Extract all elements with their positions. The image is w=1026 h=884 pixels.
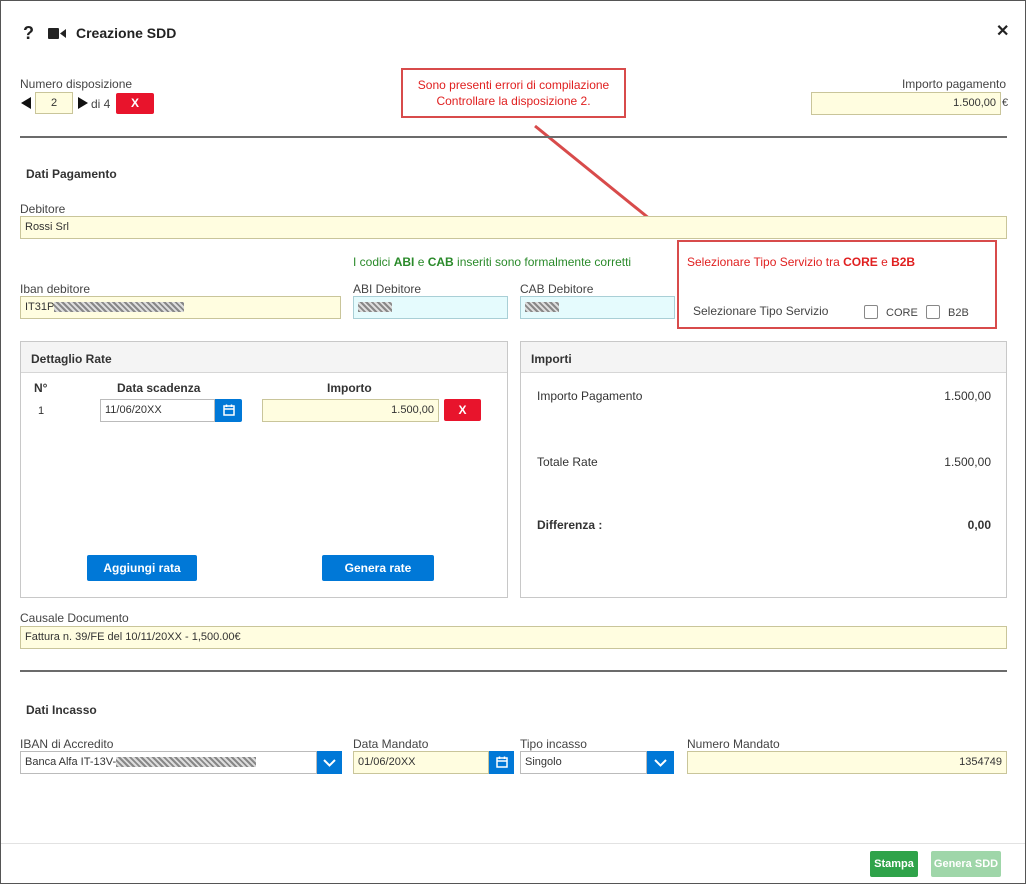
genera-rate-button[interactable]: Genera rate [322,555,434,581]
divider-bottom [20,670,1007,672]
dialog-title: Creazione SDD [76,25,177,41]
dati-pagamento-title: Dati Pagamento [26,167,117,181]
dati-incasso-title: Dati Incasso [26,703,97,717]
currency-symbol: € [1002,97,1009,109]
iban-masked [54,302,185,313]
numero-mandato-field[interactable]: 1354749 [687,751,1007,774]
core-label: CORE [886,307,918,319]
help-icon[interactable]: ? [23,23,34,44]
col-n-header: N° [34,381,48,395]
debitore-field[interactable]: Rossi Srl [20,216,1007,239]
chevron-down-icon[interactable] [647,751,674,774]
b2b-label: B2B [948,307,969,319]
cab-debitore-field[interactable] [520,296,675,319]
stampa-button[interactable]: Stampa [870,851,918,877]
abi-masked [358,302,392,313]
close-icon[interactable]: ✕ [996,21,1009,41]
calendar-icon[interactable] [489,751,514,774]
core-checkbox[interactable] [864,305,878,319]
iban-accredito-label: IBAN di Accredito [20,737,114,751]
error-line-2: Controllare la disposizione 2. [436,94,591,108]
delete-rata-button[interactable]: X [444,399,481,421]
importi-title: Importi [521,342,1006,373]
differenza-label: Differenza : [537,518,603,532]
error-callout: Sono presenti errori di compilazione Con… [401,68,626,118]
differenza-value: 0,00 [967,518,991,532]
importi-panel: Importi Importo Pagamento 1.500,00 Total… [520,341,1007,598]
sdd-dialog: ? Creazione SDD ✕ Numero disposizione 2 … [0,0,1026,884]
table-row: 1 11/06/20XX 1.500,00 X [21,398,507,424]
tipo-servizio-label: Selezionare Tipo Servizio [693,304,829,318]
row-data-input[interactable]: 11/06/20XX [100,399,215,422]
dettaglio-rate-title: Dettaglio Rate [21,342,507,373]
row-n: 1 [38,405,45,417]
tipo-servizio-box: Selezionare Tipo Servizio tra CORE e B2B… [677,240,997,329]
calendar-icon[interactable] [215,399,242,422]
causale-label: Causale Documento [20,611,129,625]
iban-accredito-select[interactable]: Banca Alfa IT-13V- [20,751,317,774]
data-mandato-label: Data Mandato [353,737,429,751]
tipo-servizio-message: Selezionare Tipo Servizio tra CORE e B2B [687,255,916,269]
numero-disposizione-input[interactable]: 2 [35,92,73,114]
iban-debitore-field[interactable]: IT31P [20,296,341,319]
importo-pagamento-summary-value: 1.500,00 [944,389,991,403]
divider-top [20,136,1007,138]
numero-disposizione-label: Numero disposizione [20,77,133,91]
numero-totale: di 4 [91,97,111,111]
importo-pagamento-summary-label: Importo Pagamento [537,389,643,403]
data-mandato-input[interactable]: 01/06/20XX [353,751,489,774]
video-camera-icon[interactable] [48,28,66,39]
next-arrow-icon[interactable] [77,97,89,109]
cab-masked [525,302,559,313]
debitore-label: Debitore [20,202,66,216]
causale-field[interactable]: Fattura n. 39/FE del 10/11/20XX - 1,500.… [20,626,1007,649]
error-line-1: Sono presenti errori di compilazione [417,78,610,92]
tipo-incasso-label: Tipo incasso [520,737,587,751]
footer-divider [1,843,1025,844]
b2b-checkbox[interactable] [926,305,940,319]
delete-disposizione-button[interactable]: X [116,93,154,114]
iban-accredito-masked [116,757,257,768]
iban-accredito-prefix: Banca Alfa IT-13V- [25,756,117,768]
iban-debitore-label: Iban debitore [20,282,91,296]
importo-pagamento-label: Importo pagamento [901,77,1006,91]
col-data-header: Data scadenza [117,381,201,395]
aggiungi-rata-button[interactable]: Aggiungi rata [87,555,197,581]
iban-prefix: IT31P [25,301,55,313]
dettaglio-rate-panel: Dettaglio Rate N° Data scadenza Importo … [20,341,508,598]
totale-rate-value: 1.500,00 [944,455,991,469]
genera-sdd-button[interactable]: Genera SDD [931,851,1001,877]
numero-mandato-label: Numero Mandato [687,737,780,751]
prev-arrow-icon[interactable] [20,97,32,109]
tipo-incasso-select[interactable]: Singolo [520,751,647,774]
row-importo-input[interactable]: 1.500,00 [262,399,439,422]
importo-pagamento-field[interactable]: 1.500,00 [811,92,1001,115]
chevron-down-icon[interactable] [317,751,342,774]
cab-debitore-label: CAB Debitore [520,282,594,296]
abi-debitore-field[interactable] [353,296,508,319]
abi-debitore-label: ABI Debitore [353,282,422,296]
codes-valid-message: I codici ABI e CAB inseriti sono formalm… [353,255,632,269]
col-importo-header: Importo [327,381,372,395]
totale-rate-label: Totale Rate [537,455,598,469]
